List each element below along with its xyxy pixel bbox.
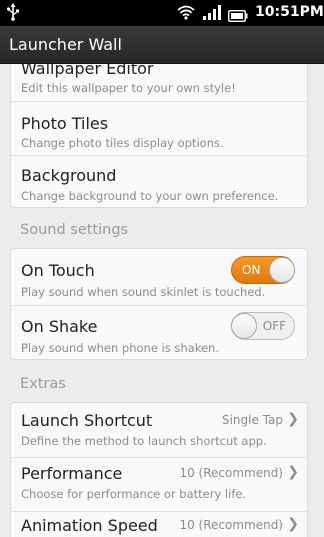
row-description: Edit this wallpaper to your own style!: [21, 81, 236, 95]
background-row[interactable]: Background Change background to your own…: [11, 156, 309, 209]
row-label: Animation Speed: [21, 516, 158, 535]
row-value: 10 (Recommend): [179, 518, 283, 532]
row-label: Wallpaper Editor: [21, 64, 154, 78]
row-description: Play sound when phone is shaken.: [21, 341, 219, 355]
row-description: Change photo tiles display options.: [21, 136, 224, 150]
app-title: Launcher Wall: [9, 35, 122, 54]
usb-icon: [6, 3, 20, 25]
battery-icon: [227, 7, 248, 26]
on-shake-row[interactable]: On Shake Play sound when phone is shaken…: [11, 306, 309, 361]
status-bar: 10:51PM: [0, 0, 324, 26]
row-label: Background: [21, 166, 117, 185]
launch-shortcut-row[interactable]: Launch Shortcut Single Tap ❯ Define the …: [11, 403, 309, 456]
row-label: Performance: [21, 464, 123, 483]
row-description: Choose for performance or battery life.: [21, 487, 247, 501]
animation-speed-row[interactable]: Animation Speed 10 (Recommend) ❯: [11, 512, 309, 537]
toggle-knob: [231, 313, 257, 339]
toggle-state-label: OFF: [262, 319, 286, 333]
row-label: Photo Tiles: [21, 114, 109, 133]
row-description: Play sound when sound skinlet is touched…: [21, 285, 266, 299]
wallpaper-editor-row[interactable]: Wallpaper Editor Edit this wallpaper to …: [11, 64, 309, 100]
extras-header: Extras: [20, 376, 66, 392]
toggle-knob: [269, 257, 295, 283]
signal-icon: [203, 5, 221, 24]
wifi-icon: [177, 4, 195, 24]
row-label: On Touch: [21, 261, 95, 280]
extras-card: Launch Shortcut Single Tap ❯ Define the …: [10, 402, 309, 537]
row-value: 10 (Recommend): [179, 466, 283, 480]
chevron-right-icon: ❯: [287, 464, 299, 480]
sound-settings-header: Sound settings: [20, 222, 129, 238]
clock-time: 10:51PM: [255, 4, 324, 20]
app-title-bar: Launcher Wall: [0, 26, 324, 64]
row-description: Define the method to launch shortcut app…: [21, 434, 267, 448]
on-touch-row[interactable]: On Touch Play sound when sound skinlet i…: [11, 249, 309, 304]
on-shake-toggle[interactable]: OFF: [231, 312, 295, 340]
chevron-right-icon: ❯: [287, 516, 299, 532]
toggle-state-label: ON: [242, 263, 261, 277]
row-label: On Shake: [21, 317, 98, 336]
photo-tiles-row[interactable]: Photo Tiles Change photo tiles display o…: [11, 102, 309, 155]
on-touch-toggle[interactable]: ON: [231, 256, 295, 284]
performance-row[interactable]: Performance 10 (Recommend) ❯ Choose for …: [11, 458, 309, 511]
row-label: Launch Shortcut: [21, 411, 153, 430]
wallpaper-card: Wallpaper Editor Edit this wallpaper to …: [10, 64, 309, 209]
sound-card: On Touch Play sound when sound skinlet i…: [10, 248, 309, 361]
settings-list[interactable]: Wallpaper Editor Edit this wallpaper to …: [0, 64, 324, 537]
row-description: Change background to your own preference…: [21, 189, 279, 203]
row-value: Single Tap: [221, 413, 283, 427]
chevron-right-icon: ❯: [287, 411, 299, 427]
